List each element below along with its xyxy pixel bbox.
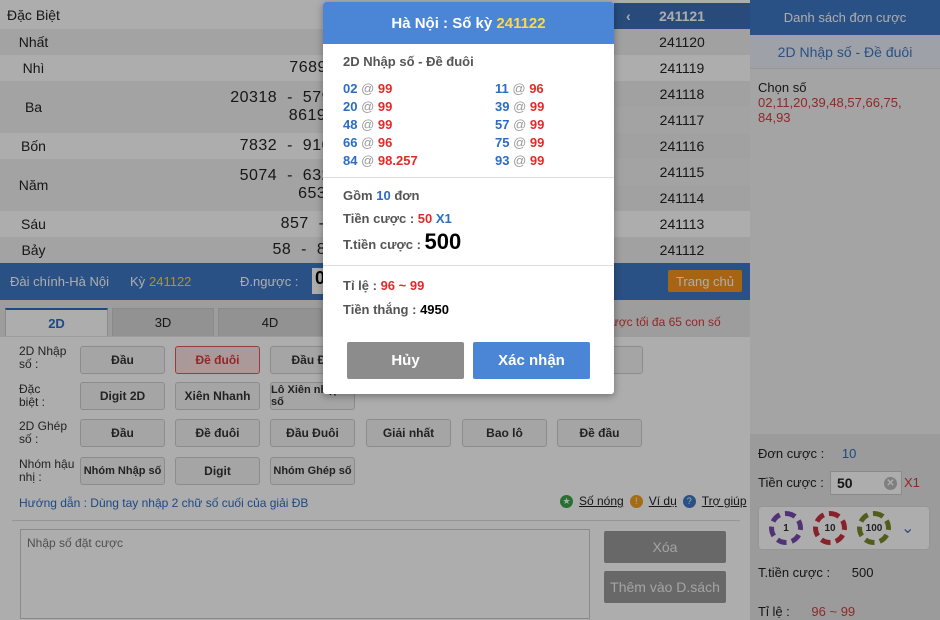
odds-pair: 66 @ 96 (343, 135, 392, 150)
dialog-stake: Tiền cược : 50 X1 (343, 211, 452, 226)
odds-value: 99 (377, 81, 393, 96)
bet-number: 57 (495, 117, 510, 132)
confirm-button[interactable]: Xác nhận (473, 342, 590, 379)
odds-pair: 20 @ 99 (343, 99, 392, 114)
at-sign: @ (361, 117, 375, 132)
odds-value: 99 (377, 117, 393, 132)
bet-number: 75 (495, 135, 510, 150)
odds-value: 98.257 (377, 153, 418, 168)
dialog-rate: Tỉ lệ : 96 ~ 99 (343, 278, 425, 293)
bet-number: 02 (343, 81, 358, 96)
odds-pair: 84 @ 98.257 (343, 153, 418, 168)
at-sign: @ (513, 117, 527, 132)
dialog-total: T.tiền cược : 500 (343, 229, 462, 254)
odds-pair: 93 @ 99 (495, 153, 544, 168)
odds-value: 99 (377, 99, 393, 114)
odds-pair: 02 @ 99 (343, 81, 392, 96)
bet-number: 48 (343, 117, 358, 132)
bet-number: 93 (495, 153, 510, 168)
odds-value: 99 (529, 99, 545, 114)
odds-pair: 11 @ 96 (495, 81, 544, 96)
at-sign: @ (361, 99, 375, 114)
divider (323, 265, 614, 266)
order-count: Gồm 10 đơn (343, 188, 420, 203)
cancel-button[interactable]: Hủy (347, 342, 464, 379)
at-sign: @ (513, 135, 527, 150)
bet-number: 20 (343, 99, 358, 114)
bet-number: 39 (495, 99, 510, 114)
odds-value: 99 (529, 117, 545, 132)
bet-number: 84 (343, 153, 358, 168)
at-sign: @ (513, 153, 527, 168)
at-sign: @ (361, 81, 375, 96)
dialog-subtitle: 2D Nhập số - Đề đuôi (343, 54, 474, 69)
odds-pair: 75 @ 99 (495, 135, 544, 150)
bet-number: 11 (495, 81, 509, 96)
odds-value: 99 (529, 153, 545, 168)
bet-number: 66 (343, 135, 358, 150)
dialog-ky: 241122 (496, 14, 546, 32)
divider (323, 177, 614, 178)
dialog-win: Tiền thắng : 4950 (343, 302, 449, 317)
odds-pair: 39 @ 99 (495, 99, 544, 114)
odds-pair: 57 @ 99 (495, 117, 544, 132)
odds-pair: 48 @ 99 (343, 117, 392, 132)
at-sign: @ (512, 81, 526, 96)
at-sign: @ (361, 153, 375, 168)
confirm-dialog: Hà Nội : Số kỳ 241122 2D Nhập số - Đề đu… (323, 2, 614, 394)
odds-value: 96 (529, 81, 544, 96)
at-sign: @ (361, 135, 375, 150)
dialog-title: Hà Nội : Số kỳ 241122 (323, 2, 614, 44)
at-sign: @ (513, 99, 527, 114)
odds-value: 96 (377, 135, 393, 150)
odds-value: 99 (529, 135, 545, 150)
